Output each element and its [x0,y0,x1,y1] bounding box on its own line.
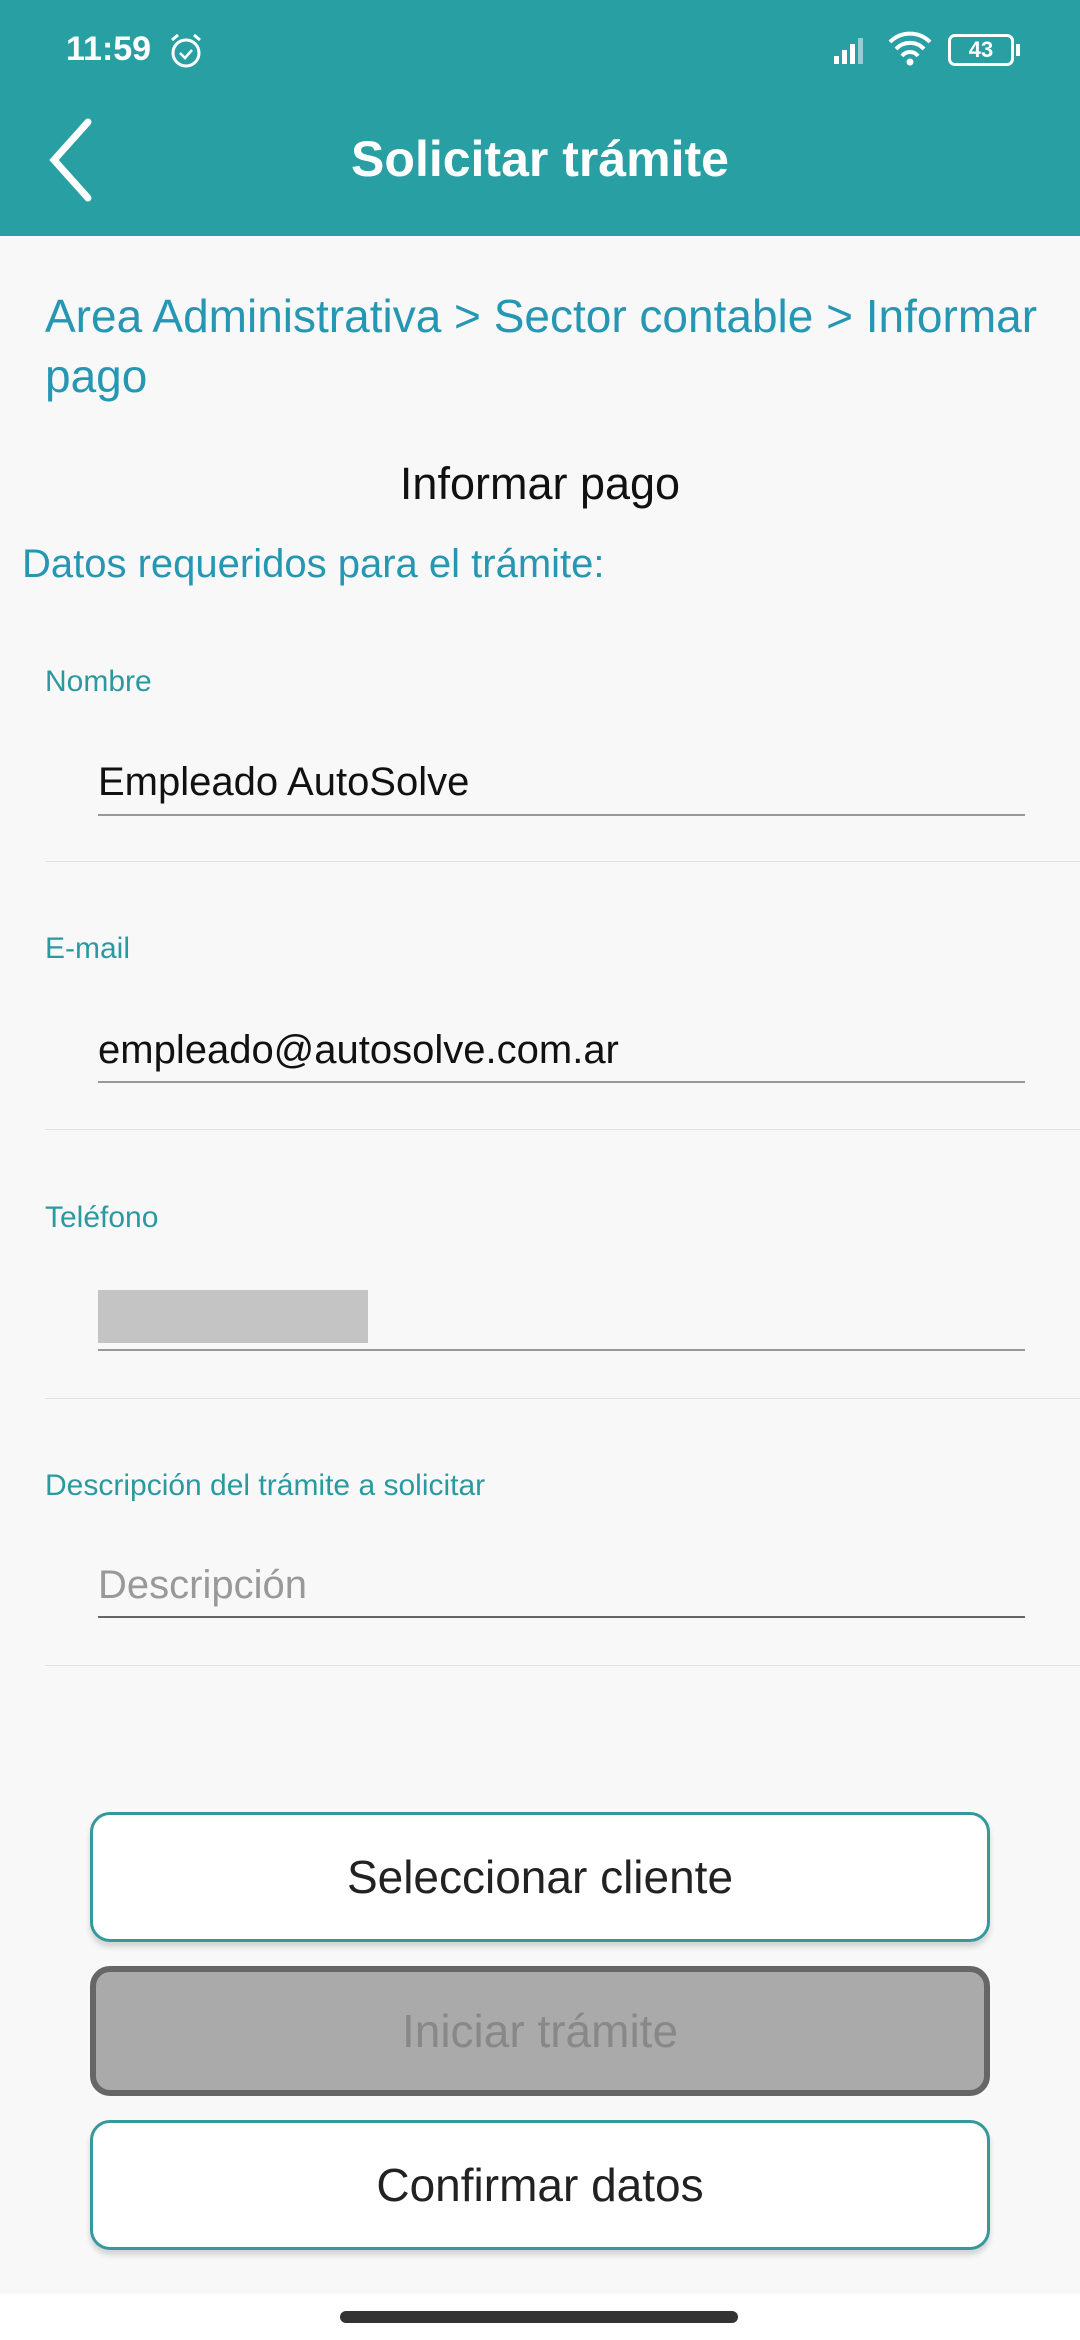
alarm-icon [171,33,201,68]
descripcion-underline [98,1616,1025,1618]
app-header: 11:59 43 Solicitar trámite [0,0,1080,236]
descripcion-label: Descripción del trámite a solicitar [45,1469,486,1502]
battery-tip [1016,44,1020,56]
divider [45,861,1080,862]
email-input[interactable]: empleado@autosolve.com.ar [98,1028,619,1073]
telefono-underline [98,1349,1025,1351]
select-client-button[interactable]: Seleccionar cliente [90,1812,990,1942]
divider [45,1398,1080,1399]
email-label: E-mail [45,932,131,965]
section-title: Datos requeridos para el trámite: [22,542,605,586]
status-time: 11:59 [66,30,152,68]
start-procedure-button[interactable]: Iniciar trámite [90,1966,990,2096]
breadcrumb[interactable]: Area Administrativa > Sector contable > … [45,286,1045,406]
divider [45,1665,1080,1666]
confirm-data-button[interactable]: Confirmar datos [90,2120,990,2250]
page-title: Solicitar trámite [351,131,729,187]
telefono-input[interactable] [98,1290,368,1343]
wifi-icon [888,31,932,66]
divider [45,1129,1080,1130]
signal-icon [834,38,863,64]
nombre-input[interactable]: Empleado AutoSolve [98,760,469,805]
telefono-label: Teléfono [45,1201,159,1234]
descripcion-input[interactable]: Descripción [98,1563,307,1608]
form-title: Informar pago [399,458,681,509]
nombre-underline [98,814,1025,816]
home-indicator[interactable] [340,2311,738,2323]
nombre-label: Nombre [45,665,152,698]
email-underline [98,1081,1025,1083]
battery-icon: 43 [948,34,1014,66]
